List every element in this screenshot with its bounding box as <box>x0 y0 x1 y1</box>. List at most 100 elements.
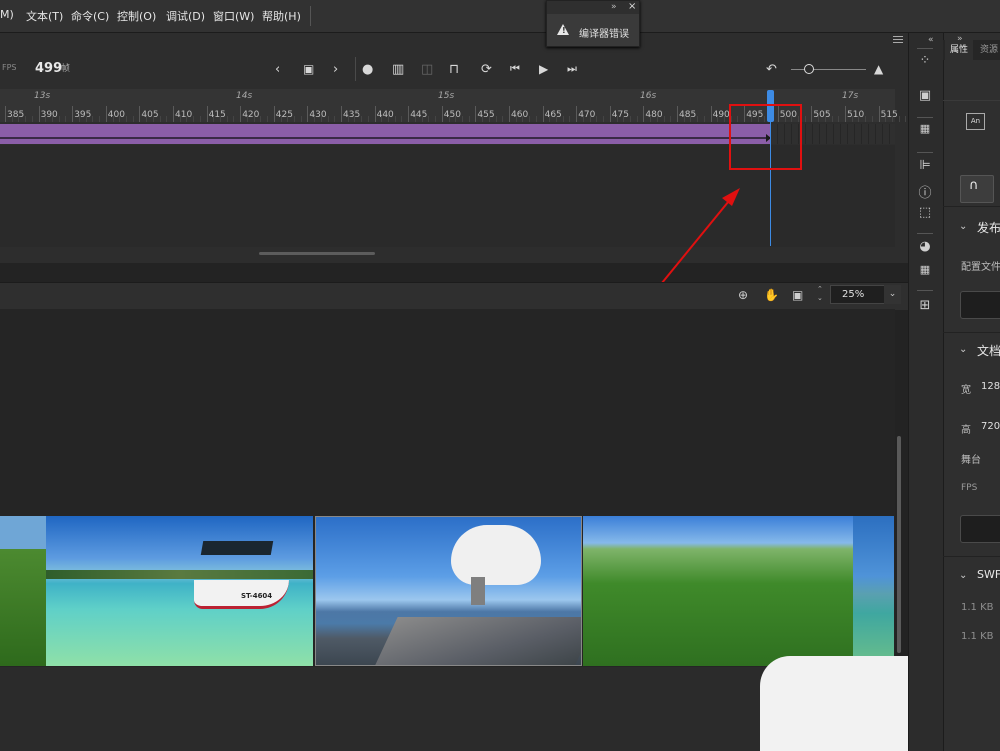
swf-size-value: 1.1 KB <box>961 602 994 613</box>
step-back-icon[interactable]: ⏮ <box>510 62 520 76</box>
ruler-minor-tick <box>898 116 900 122</box>
clip-content-icon[interactable]: ▣ <box>792 288 803 302</box>
center-stage-icon[interactable]: ⊕ <box>738 288 748 302</box>
profile-select[interactable] <box>960 291 1000 319</box>
zoom-dropdown-chevron-down-icon[interactable]: ⌄ <box>884 285 901 304</box>
step-forward-icon[interactable]: ⏭ <box>567 62 577 76</box>
chevron-down-icon[interactable]: ⌄ <box>959 221 967 232</box>
height-value[interactable]: 720 <box>981 421 1000 432</box>
library-icon[interactable]: ▣ <box>917 88 933 103</box>
compiler-errors-label[interactable]: 编译器错误 <box>579 25 629 40</box>
ruler-minor-tick <box>226 116 228 122</box>
color-icon[interactable]: ◕ <box>917 239 933 254</box>
insert-keyframe-icon[interactable]: ▣ <box>303 62 314 76</box>
swatches-icon[interactable]: ▦ <box>917 263 933 276</box>
ruler-major-tick <box>307 106 309 122</box>
ruler-minor-tick <box>851 116 853 122</box>
panel-menu-icon[interactable] <box>893 36 903 44</box>
panel-title-bar <box>547 1 639 14</box>
transform-icon[interactable]: ⬚ <box>917 205 933 220</box>
annotation-highlight-box <box>729 104 802 170</box>
menu-debug[interactable]: 调试(D) <box>166 8 205 24</box>
current-frame-number[interactable]: 499 <box>35 61 62 76</box>
ruler-minor-tick <box>831 116 833 122</box>
ruler-minor-tick <box>885 116 887 122</box>
rail-collapse-icon[interactable]: « <box>928 35 934 45</box>
ruler-minor-tick <box>25 116 27 122</box>
ruler-minor-tick <box>697 116 699 122</box>
rail-grip <box>917 152 933 153</box>
reset-zoom-icon[interactable]: ↶ <box>766 62 777 77</box>
ruler-minor-tick <box>435 116 437 122</box>
eruption-column <box>471 577 485 605</box>
menu-modify[interactable]: M) <box>0 8 14 21</box>
photo-green-field[interactable] <box>583 516 853 666</box>
ruler-minor-tick <box>656 116 658 122</box>
compiler-errors-panel[interactable]: » × ! 编译器错误 <box>546 0 640 47</box>
insert-blank-keyframe-icon[interactable]: ◫ <box>421 62 433 77</box>
tab-properties[interactable]: 属性 <box>945 40 973 60</box>
ruler-minor-tick <box>166 116 168 122</box>
ruler-minor-tick <box>582 116 584 122</box>
scene-icon[interactable]: ⊞ <box>917 298 933 313</box>
ruler-minor-tick <box>199 116 201 122</box>
width-value[interactable]: 1280 <box>981 381 1000 392</box>
ruler-minor-tick <box>52 116 54 122</box>
loop-icon[interactable]: ⟳ <box>481 62 492 77</box>
ruler-minor-tick <box>589 116 591 122</box>
publish-section-header[interactable]: 发布 <box>977 219 1000 236</box>
next-keyframe-icon[interactable]: › <box>333 62 338 77</box>
stage-vertical-scrollbar[interactable] <box>897 436 901 653</box>
collapse-icon[interactable]: » <box>611 2 617 12</box>
ruler-frame-label: 455 <box>477 110 495 120</box>
ruler-minor-tick <box>125 116 127 122</box>
menu-commands[interactable]: 命令(C) <box>71 8 109 24</box>
previous-keyframe-icon[interactable]: ‹ <box>275 62 280 77</box>
close-icon[interactable]: × <box>628 1 636 12</box>
tab-assets[interactable]: 资源 <box>980 40 998 60</box>
ruler-frame-label: 435 <box>343 110 361 120</box>
photo-volcano-city[interactable] <box>315 516 582 666</box>
document-section-header[interactable]: 文档 <box>977 342 1000 359</box>
onion-skin-icon[interactable]: ● <box>362 62 373 77</box>
timeline-zoom-slider[interactable] <box>791 69 866 70</box>
timeline-horizontal-scrollbar[interactable] <box>259 252 375 255</box>
warning-mark: ! <box>562 26 566 35</box>
chevron-down-icon[interactable]: ⌄ <box>959 570 967 581</box>
ruler-minor-tick <box>804 116 806 122</box>
menu-text[interactable]: 文本(T) <box>26 8 63 24</box>
chevron-down-icon[interactable]: ⌄ <box>959 344 967 355</box>
menu-help[interactable]: 帮助(H) <box>262 8 301 24</box>
hand-tool-icon[interactable]: ✋ <box>764 288 779 302</box>
info-icon[interactable]: ⓘ <box>917 182 933 201</box>
ruler-minor-tick <box>414 116 416 122</box>
swf-section-header[interactable]: SWF <box>977 568 1000 581</box>
menu-window[interactable]: 窗口(W) <box>213 8 254 24</box>
ruler-frame-label: 385 <box>7 110 25 120</box>
ruler-frame-label: 425 <box>275 110 293 120</box>
menu-control[interactable]: 控制(O) <box>117 8 156 24</box>
toolbar-divider <box>355 57 356 81</box>
photo-grassland-partial[interactable] <box>0 516 46 666</box>
photo-sea-partial[interactable] <box>853 516 894 666</box>
layer-frames-span[interactable] <box>0 124 771 144</box>
ruler-minor-tick <box>556 116 558 122</box>
components-icon[interactable]: ▦ <box>917 122 933 135</box>
coast-city <box>374 617 581 665</box>
zoom-value[interactable]: 25% <box>842 289 864 300</box>
zoom-stepper[interactable]: ⌃ ⌄ <box>817 285 823 303</box>
fps-input[interactable] <box>960 515 1000 543</box>
ruler-major-tick <box>811 106 813 122</box>
ruler-minor-tick <box>112 116 114 122</box>
ruler-minor-tick <box>488 116 490 122</box>
zoom-slider-handle[interactable] <box>804 64 814 74</box>
photo-boat-sea[interactable]: ST-4604 <box>46 516 313 666</box>
motion-presets-icon[interactable]: ⁘ <box>917 53 933 68</box>
play-icon[interactable]: ▶ <box>539 62 548 76</box>
frame-view-icon[interactable]: ⊓ <box>449 62 459 77</box>
edit-multiple-frames-icon[interactable]: ▥ <box>392 62 404 77</box>
ruler-second-label: 14s <box>236 91 253 101</box>
align-icon[interactable]: ⊫ <box>917 158 933 173</box>
ruler-major-tick <box>542 106 544 122</box>
zoom-mountain-icon[interactable]: ▲ <box>874 62 883 76</box>
